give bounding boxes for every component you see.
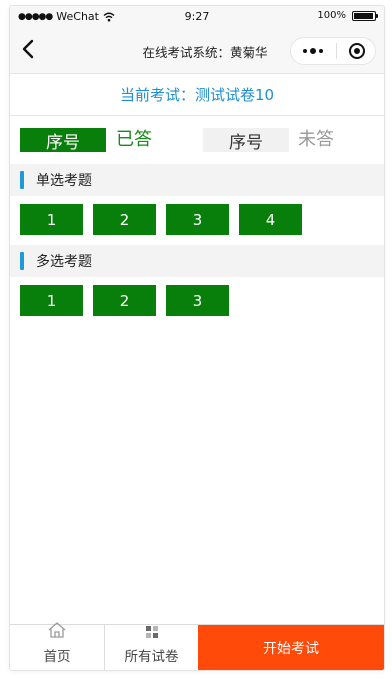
legend-unanswered-label: 未答: [298, 129, 334, 150]
status-right: 100%: [317, 10, 378, 21]
tab-home-label: 首页: [43, 649, 71, 665]
multi-question-button[interactable]: 1: [20, 285, 83, 316]
section-accent-bar: [20, 171, 24, 189]
tab-home[interactable]: 首页: [10, 622, 104, 670]
section-title-single: 单选考题: [36, 173, 92, 189]
nav-title: 在线考试系统：黄菊华: [142, 45, 268, 60]
more-dots-icon[interactable]: [303, 48, 323, 54]
section-accent-bar: [20, 252, 24, 270]
battery-icon: [352, 10, 378, 21]
legend-answered-label: 已答: [116, 129, 152, 150]
single-question-button[interactable]: 4: [239, 204, 302, 235]
multi-question-grid: 1 2 3: [20, 285, 229, 316]
chevron-left-icon: [21, 39, 35, 63]
single-question-button[interactable]: 3: [166, 204, 229, 235]
grid-icon: [145, 625, 159, 643]
status-bar: ●●●●● WeChat 9:27 100%: [10, 6, 384, 28]
single-question-grid: 1 2 3 4: [20, 204, 302, 235]
nav-bar: 在线考试系统：黄菊华: [10, 28, 384, 74]
section-header-single: 单选考题: [10, 164, 384, 196]
phone-screen: ●●●●● WeChat 9:27 100% 在线考试系统：黄菊华 当前考试：测…: [10, 6, 384, 670]
legend-unanswered-swatch: 序号: [203, 128, 289, 153]
single-question-button[interactable]: 2: [93, 204, 156, 235]
target-circle-icon[interactable]: [349, 43, 365, 59]
home-icon: [47, 621, 67, 643]
tab-all-papers-label: 所有试卷: [124, 649, 179, 665]
battery-percent: 100%: [317, 10, 346, 21]
multi-question-button[interactable]: 3: [166, 285, 229, 316]
section-header-multi: 多选考题: [10, 245, 384, 277]
capsule-divider: [335, 43, 337, 59]
bottom-tab-bar: 首页 所有试卷 开始考试: [10, 622, 384, 670]
legend-answered-swatch: 序号: [20, 128, 106, 153]
current-exam-label: 当前考试：测试试卷10: [10, 74, 384, 116]
back-button[interactable]: [16, 39, 40, 63]
single-question-button[interactable]: 1: [20, 204, 83, 235]
miniprogram-capsule: [290, 37, 376, 65]
multi-question-button[interactable]: 2: [93, 285, 156, 316]
section-title-multi: 多选考题: [36, 254, 92, 270]
tab-all-papers[interactable]: 所有试卷: [104, 625, 198, 670]
answer-legend: 序号 已答 序号 未答: [10, 116, 384, 162]
start-exam-button[interactable]: 开始考试: [198, 625, 384, 670]
